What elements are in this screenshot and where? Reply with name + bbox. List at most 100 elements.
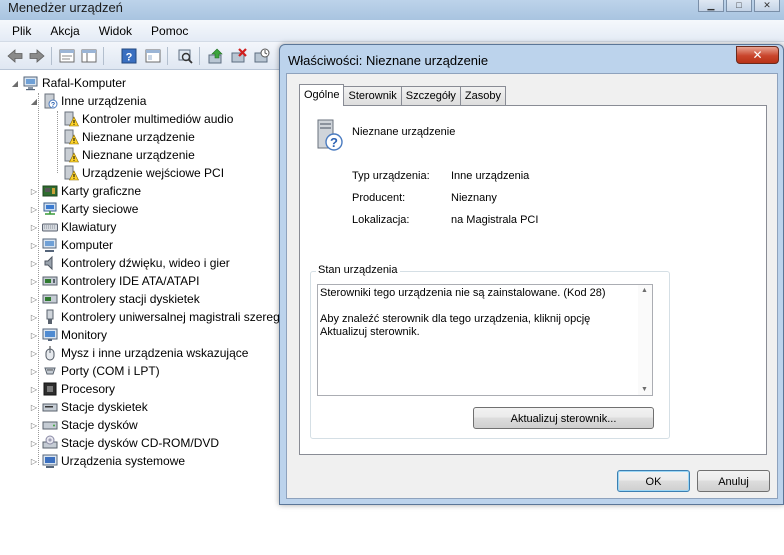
properties-icon[interactable] (58, 47, 76, 65)
expand-arrow-icon[interactable]: ▷ (29, 295, 39, 304)
usb-icon (46, 309, 54, 324)
tree-category-sound[interactable]: ▷ Kontrolery dźwięku, wideo i gier (29, 254, 230, 272)
expand-arrow-icon[interactable]: ▷ (29, 205, 39, 214)
menu-widok[interactable]: Widok (87, 24, 139, 38)
tree-category-computer[interactable]: ▷ Komputer (29, 236, 113, 254)
expand-arrow-icon[interactable]: ▷ (29, 187, 39, 196)
tree-category-other-devices[interactable]: ◢ ? Inne urządzenia (29, 92, 146, 110)
tab-driver[interactable]: Sterownik (343, 86, 402, 106)
expand-arrow-icon[interactable]: ▷ (29, 403, 39, 412)
tree-category-ports[interactable]: ▷ Porty (COM i LPT) (29, 362, 160, 380)
tree-category-label: Inne urządzenia (61, 94, 147, 108)
toolbar-separator (103, 47, 104, 65)
main-window-title: Menedżer urządzeń (8, 0, 123, 15)
expand-arrow-icon[interactable]: ▷ (29, 385, 39, 394)
expand-arrow-icon[interactable]: ▷ (29, 439, 39, 448)
network-adapter-icon (43, 202, 57, 215)
toolbar-separator (51, 47, 52, 65)
ok-button[interactable]: OK (617, 470, 690, 492)
uninstall-device-icon[interactable] (253, 47, 271, 65)
update-driver-icon[interactable] (207, 47, 225, 65)
tree-root-row[interactable]: ◢ Rafal-Komputer (10, 74, 126, 92)
floppy-controller-icon (42, 294, 58, 304)
tab-resources[interactable]: Zasoby (459, 86, 506, 106)
menu-pomoc[interactable]: Pomoc (139, 24, 195, 38)
scroll-up-icon[interactable]: ▲ (641, 287, 648, 294)
device-status-textbox[interactable]: Sterowniki tego urządzenia nie są zainst… (317, 284, 653, 396)
tree-category-processors[interactable]: ▷ Procesory (29, 380, 115, 398)
tree-category-ide[interactable]: ▷ Kontrolery IDE ATA/ATAPI (29, 272, 200, 290)
tree-category-label: Komputer (61, 238, 114, 252)
menu-akcja[interactable]: Akcja (38, 24, 86, 38)
expand-arrow-icon[interactable]: ▷ (29, 259, 39, 268)
scan-hardware-icon[interactable] (176, 47, 194, 65)
collapse-arrow-icon[interactable]: ◢ (29, 97, 39, 106)
dialog-title: Właściwości: Nieznane urządzenie (288, 53, 489, 68)
show-hide-tree-icon[interactable] (80, 47, 98, 65)
tree-category-graphics[interactable]: ▷ Karty graficzne (29, 182, 141, 200)
tree-category-usb[interactable]: ▷ Kontrolery uniwersalnej magistrali sze… (29, 308, 304, 326)
dialog-close-button[interactable]: ✕ (736, 46, 779, 64)
minimize-button[interactable]: ▁ (698, 0, 724, 12)
tree-category-cdrom[interactable]: ▷ Stacje dysków CD-ROM/DVD (29, 434, 219, 452)
expand-arrow-icon[interactable]: ▷ (29, 313, 39, 322)
update-driver-button[interactable]: Aktualizuj sterownik... (473, 407, 654, 429)
back-arrow-icon[interactable] (6, 47, 24, 65)
expand-arrow-icon[interactable]: ▷ (29, 421, 39, 430)
device-status-legend: Stan urządzenia (316, 264, 400, 276)
svg-text:?: ? (330, 135, 338, 150)
forward-arrow-icon[interactable] (28, 47, 46, 65)
tree-category-label: Porty (COM i LPT) (61, 364, 160, 378)
expand-arrow-icon[interactable]: ▷ (29, 457, 39, 466)
tree-category-label: Kontrolery uniwersalnej magistrali szere… (61, 310, 305, 324)
tree-category-label: Monitory (61, 328, 108, 342)
menu-bar: Plik Akcja Widok Pomoc (0, 20, 784, 42)
expand-arrow-icon[interactable]: ▷ (29, 331, 39, 340)
menu-plik[interactable]: Plik (0, 24, 38, 38)
close-window-button[interactable]: ✕ (754, 0, 780, 12)
tree-root-label: Rafal-Komputer (42, 76, 127, 90)
computer-icon (23, 76, 38, 91)
scroll-down-icon[interactable]: ▼ (641, 386, 648, 393)
location-value: na Magistrala PCI (451, 214, 539, 226)
tree-category-network[interactable]: ▷ Karty sieciowe (29, 200, 138, 218)
tree-device-row[interactable]: Kontroler multimediów audio (63, 110, 233, 128)
window-controls: ▁ □ ✕ (698, 0, 780, 12)
view-icon[interactable] (144, 47, 162, 65)
tree-category-label: Stacje dyskietek (61, 400, 148, 414)
tree-device-row[interactable]: Nieznane urządzenie (63, 146, 195, 164)
expand-arrow-icon[interactable]: ▷ (29, 367, 39, 376)
expand-arrow-icon[interactable]: ▷ (29, 349, 39, 358)
maximize-button[interactable]: □ (726, 0, 752, 12)
expand-arrow-icon[interactable]: ▷ (29, 277, 39, 286)
tree-device-row[interactable]: Nieznane urządzenie (63, 128, 195, 146)
disable-device-icon[interactable] (230, 47, 248, 65)
tree-category-label: Mysz i inne urządzenia wskazujące (61, 346, 249, 360)
tree-category-system[interactable]: ▷ Urządzenia systemowe (29, 452, 185, 470)
collapse-arrow-icon[interactable]: ◢ (10, 79, 20, 88)
port-icon (44, 367, 56, 375)
tab-general[interactable]: Ogólne (299, 84, 345, 106)
tree-category-disk-drives[interactable]: ▷ Stacje dysków (29, 416, 138, 434)
dialog-body: Ogólne Sterownik Szczegóły Zasoby ? Niez… (286, 73, 778, 499)
unknown-device-icon: ? (317, 119, 343, 151)
tab-details[interactable]: Szczegóły (400, 86, 461, 106)
device-type-label: Typ urządzenia: (352, 170, 430, 182)
toolbar-separator (167, 47, 168, 65)
tree-category-floppy-drives[interactable]: ▷ Stacje dyskietek (29, 398, 148, 416)
status-line-1: Sterowniki tego urządzenia nie są zainst… (320, 287, 606, 299)
expand-arrow-icon[interactable]: ▷ (29, 241, 39, 250)
tree-device-label: Nieznane urządzenie (82, 148, 195, 162)
keyboard-icon (42, 223, 58, 232)
tree-category-monitors[interactable]: ▷ Monitory (29, 326, 107, 344)
help-icon[interactable]: ? (120, 47, 138, 65)
tree-device-row[interactable]: Urządzenie wejściowe PCI (63, 164, 224, 182)
cancel-button[interactable]: Anuluj (697, 470, 770, 492)
tree-category-label: Karty sieciowe (61, 202, 139, 216)
expand-arrow-icon[interactable]: ▷ (29, 223, 39, 232)
tab-strip: Ogólne Sterownik Szczegóły Zasoby (299, 84, 506, 106)
tree-category-keyboards[interactable]: ▷ Klawiatury (29, 218, 116, 236)
status-scrollbar[interactable]: ▲ ▼ (638, 285, 652, 395)
tree-category-floppy-controllers[interactable]: ▷ Kontrolery stacji dyskietek (29, 290, 200, 308)
tree-category-mice[interactable]: ▷ Mysz i inne urządzenia wskazujące (29, 344, 248, 362)
